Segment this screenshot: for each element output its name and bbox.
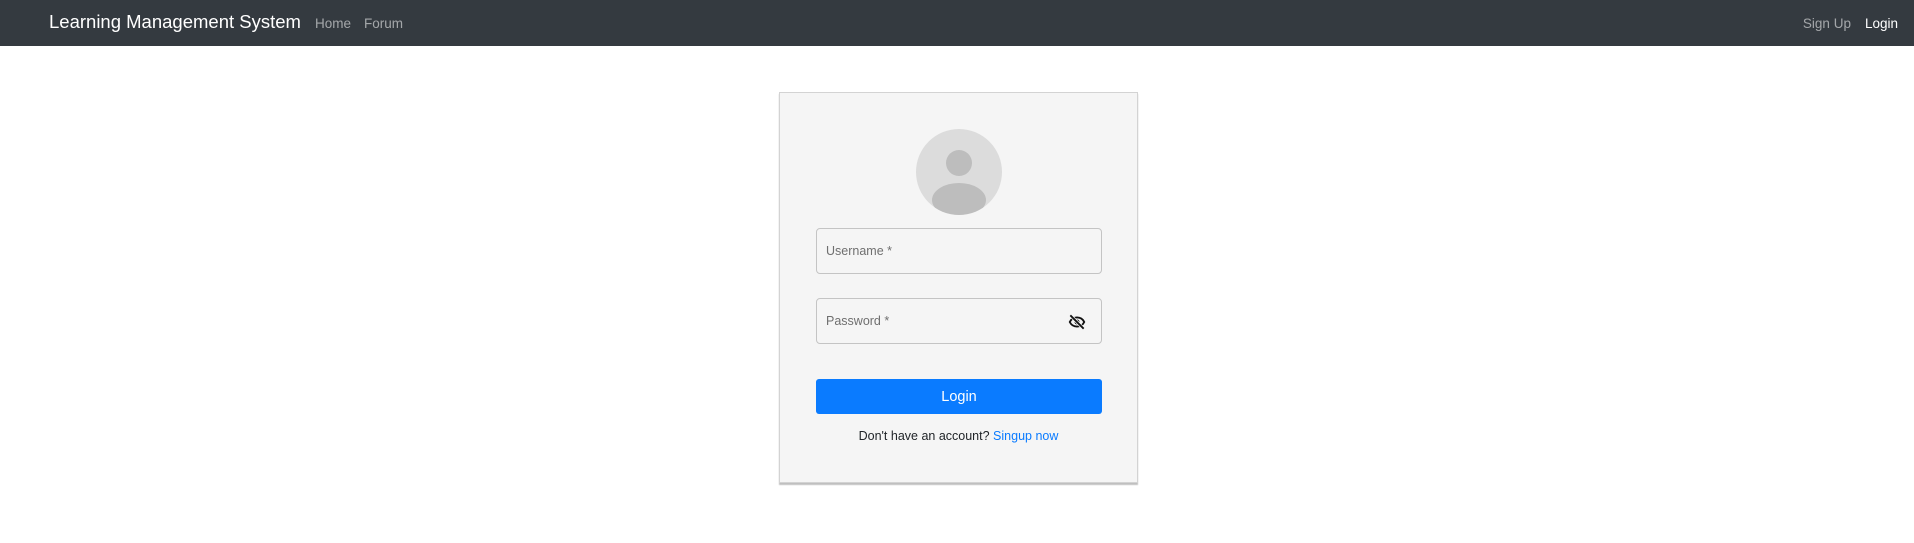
login-card: Login Don't have an account? Singup now [779, 92, 1138, 483]
nav-home-link[interactable]: Home [315, 16, 351, 31]
nav-left-links: Home Forum [315, 0, 403, 46]
password-field [816, 298, 1102, 344]
username-field [816, 228, 1102, 274]
user-avatar-icon [916, 129, 1002, 215]
nav-signup-link[interactable]: Sign Up [1803, 16, 1851, 31]
nav-forum-link[interactable]: Forum [364, 16, 403, 31]
signup-prompt-text: Don't have an account? [858, 429, 990, 443]
eye-off-icon[interactable] [1067, 312, 1087, 332]
username-input[interactable] [817, 229, 1101, 273]
nav-right-links: Sign Up Login [1803, 0, 1898, 46]
nav-login-link[interactable]: Login [1865, 16, 1898, 31]
password-input[interactable] [817, 299, 1101, 343]
login-button[interactable]: Login [816, 379, 1102, 414]
signup-link[interactable]: Singup now [993, 429, 1058, 443]
signup-prompt-row: Don't have an account? Singup now [780, 429, 1137, 443]
navbar-brand[interactable]: Learning Management System [49, 0, 301, 46]
top-navbar: Learning Management System Home Forum Si… [0, 0, 1914, 46]
user-silhouette-icon [932, 150, 986, 215]
